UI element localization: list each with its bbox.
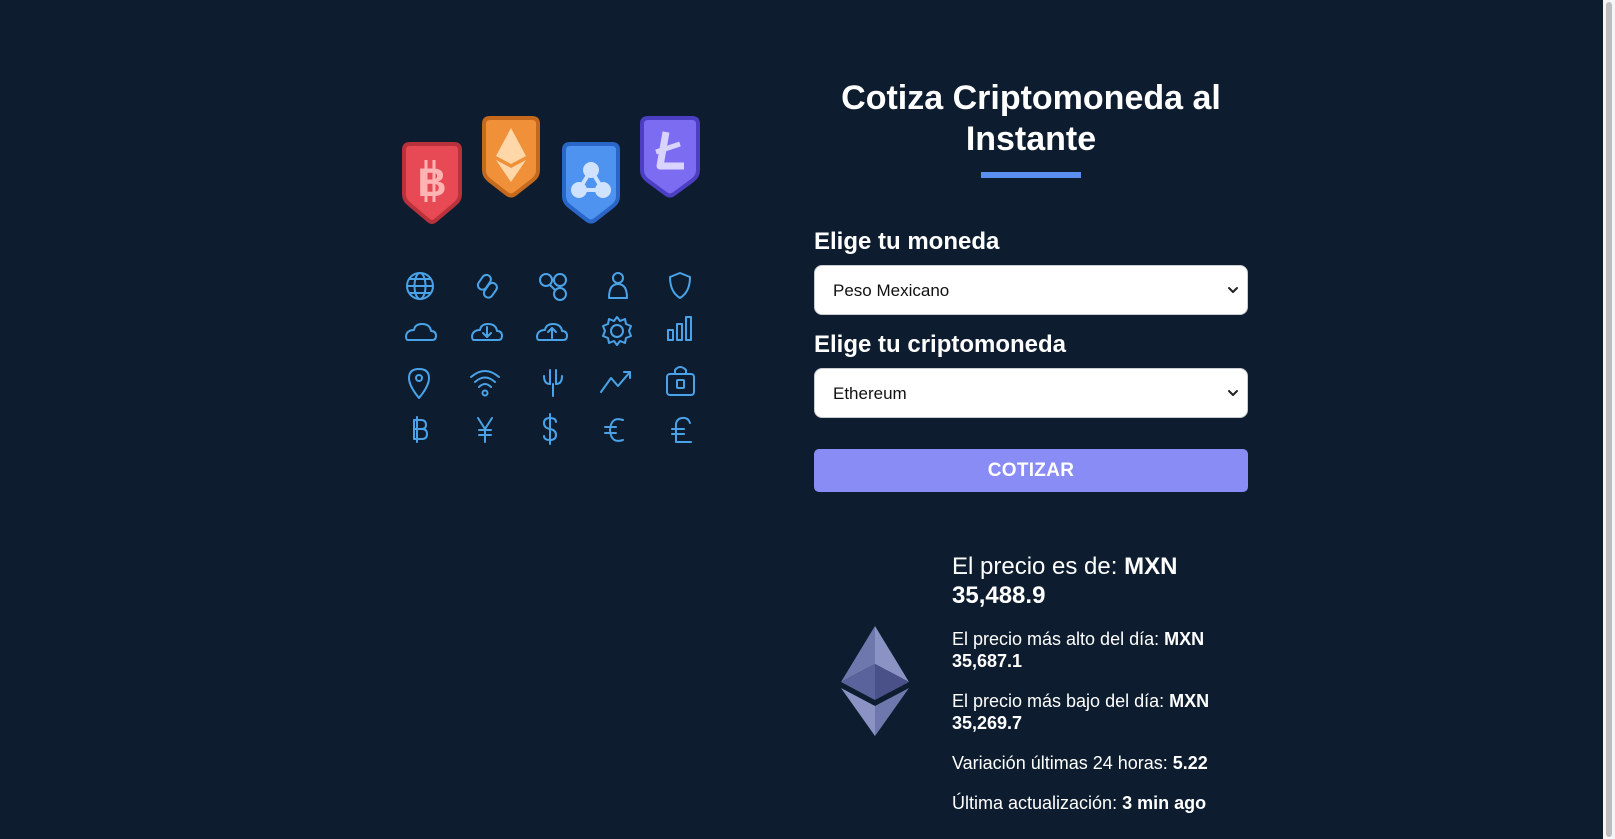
cloud-download-icon [471,323,503,341]
link-icon [476,273,498,299]
crypto-select-value: Ethereum [833,384,907,403]
ethereum-icon [482,116,540,198]
gear-icon [602,316,632,346]
pound-icon [671,416,692,443]
svg-text:B: B [418,161,447,205]
quote-form-section: Cotiza Criptomoneda al Instante Elige tu… [814,78,1248,492]
currency-select[interactable]: Peso Mexicano [814,265,1248,315]
bar-chart-icon [667,316,692,341]
ethereum-logo-icon [841,626,909,736]
currency-label: Elige tu moneda [814,228,1000,255]
lock-bag-icon [666,366,695,396]
page-title: Cotiza Criptomoneda al Instante [841,79,1221,158]
last-updated: Última actualización: 3 min ago [952,792,1242,814]
price-change-label: Variación últimas 24 horas: [952,753,1173,773]
shield-icon [669,272,691,299]
user-icon [608,272,628,299]
price-change-value: 5.22 [1172,753,1208,773]
trend-up-icon [600,371,631,393]
fork-icon [543,369,563,397]
crypto-label: Elige tu criptomoneda [814,331,1067,358]
title-underline [981,172,1081,178]
chevron-down-icon [1228,287,1238,293]
dollar-icon [543,413,557,445]
price-high-label: El precio más alto del día: [952,629,1165,649]
network-icon [539,273,567,301]
litecoin-icon [640,116,700,198]
globe-icon [406,272,434,300]
scrollbar[interactable] [1603,0,1615,839]
cloud-icon [405,323,437,341]
location-pin-icon [408,368,430,399]
price-current-label: El precio es de: [952,553,1125,580]
currency-select-value: Peso Mexicano [833,281,950,300]
bitcoin-icon: B [402,142,462,224]
result-text: El precio es de: MXN 35,488.9 El precio … [952,552,1242,832]
page: B Cotiza Criptomoneda al Instante Elige … [0,0,1615,839]
cotizar-button[interactable]: COTIZAR [814,449,1248,492]
last-updated-value: 3 min ago [1122,793,1207,813]
yen-icon [477,417,493,443]
price-low: El precio más bajo del día: MXN 35,269.7 [952,690,1242,734]
price-current: El precio es de: MXN 35,488.9 [952,552,1242,610]
crypto-select[interactable]: Ethereum [814,368,1248,418]
scrollbar-thumb[interactable] [1606,2,1612,837]
bitcoin-symbol-icon [413,416,428,443]
euro-icon [604,418,624,442]
price-change: Variación últimas 24 horas: 5.22 [952,752,1242,774]
ripple-icon [562,142,620,224]
last-updated-label: Última actualización: [952,793,1123,813]
price-high: El precio más alto del día: MXN 35,687.1 [952,628,1242,672]
cloud-upload-icon [536,323,568,341]
chevron-down-icon [1228,390,1238,396]
wifi-icon [470,370,500,397]
price-low-label: El precio más bajo del día: [952,691,1170,711]
crypto-illustration: B [400,112,710,452]
